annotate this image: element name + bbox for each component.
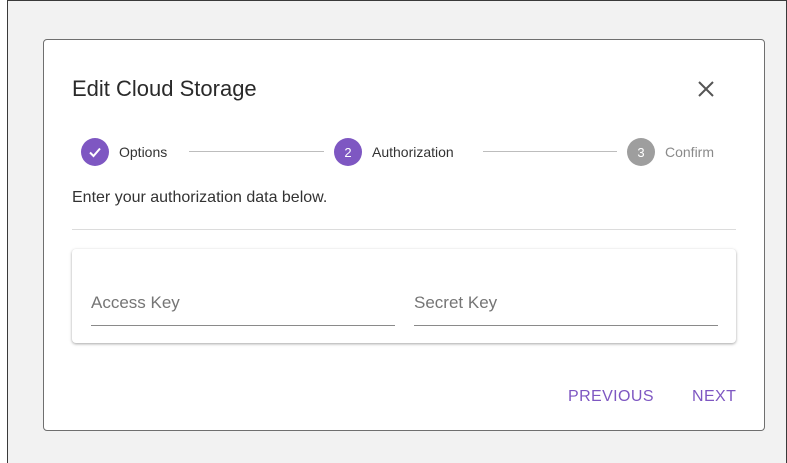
step-authorization[interactable]: 2 Authorization bbox=[334, 138, 454, 166]
secret-key-input[interactable] bbox=[414, 293, 718, 313]
step-connector bbox=[189, 151, 324, 152]
step-confirm[interactable]: 3 Confirm bbox=[627, 138, 714, 166]
step-number-badge: 3 bbox=[627, 138, 655, 166]
window-border-left bbox=[7, 0, 8, 463]
backdrop-edge bbox=[0, 0, 7, 463]
instructions-text: Enter your authorization data below. bbox=[72, 189, 328, 206]
access-key-field[interactable] bbox=[91, 285, 395, 326]
step-label-options: Options bbox=[119, 144, 168, 160]
close-button[interactable] bbox=[694, 77, 718, 101]
step-connector bbox=[483, 151, 617, 152]
divider bbox=[72, 229, 736, 230]
check-icon bbox=[89, 147, 101, 158]
access-key-input[interactable] bbox=[91, 293, 395, 313]
next-button[interactable]: NEXT bbox=[692, 388, 736, 406]
step-completed-indicator bbox=[81, 138, 109, 166]
dialog-title: Edit Cloud Storage bbox=[72, 76, 257, 101]
previous-button[interactable]: PREVIOUS bbox=[568, 388, 654, 406]
secret-key-field[interactable] bbox=[414, 285, 718, 326]
close-icon bbox=[698, 81, 714, 97]
step-label-authorization: Authorization bbox=[372, 144, 454, 160]
edit-cloud-storage-dialog: Edit Cloud Storage Options 2 Authorizati… bbox=[43, 39, 765, 431]
step-label-confirm: Confirm bbox=[665, 144, 715, 160]
window-border-top bbox=[7, 0, 787, 1]
stepper: Options 2 Authorization 3 Confirm bbox=[81, 138, 741, 166]
authorization-form-card bbox=[72, 249, 736, 343]
step-options[interactable]: Options bbox=[81, 138, 167, 166]
step-number-badge: 2 bbox=[334, 138, 362, 166]
